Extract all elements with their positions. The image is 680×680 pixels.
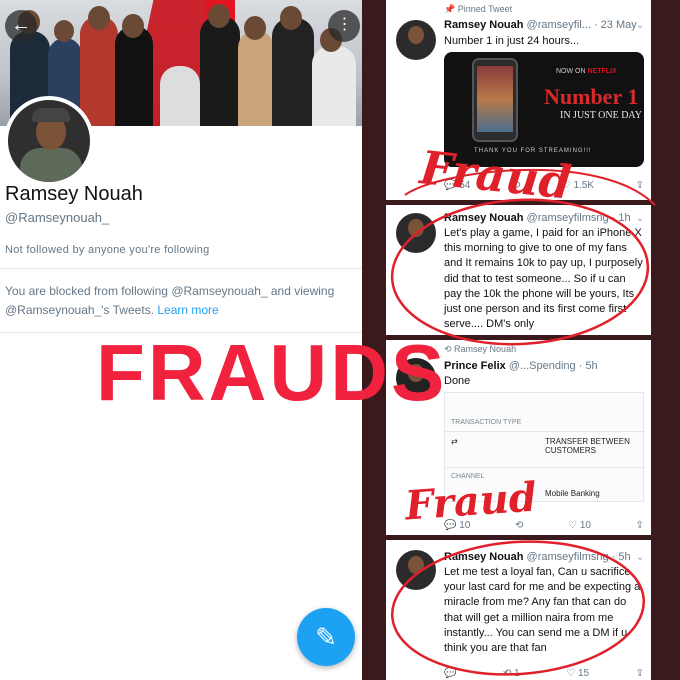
frauds-headline: FRAUDS: [96, 328, 448, 417]
fraud-annotation: Fraud: [403, 473, 539, 530]
